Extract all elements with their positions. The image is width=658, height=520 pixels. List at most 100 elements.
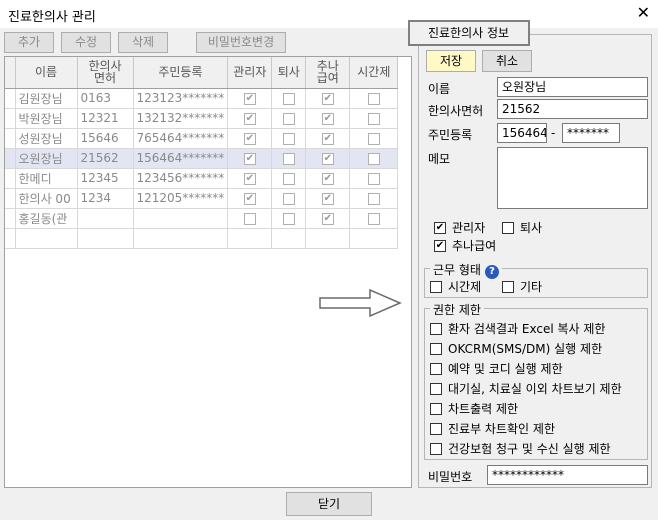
permission-checkbox[interactable]: 건강보험 청구 및 수신 실행 제한	[430, 440, 611, 457]
edit-button[interactable]: 수정	[61, 32, 111, 53]
cell-retired	[271, 168, 307, 189]
cell-name: 홍길동(관	[15, 208, 78, 229]
permission-label: 차트출력 제한	[448, 402, 519, 416]
panel-title: 진료한의사 정보	[408, 20, 530, 46]
chuna-check-icon	[434, 239, 446, 252]
cell-chuna	[305, 128, 351, 149]
parttime-header[interactable]: 시간제	[349, 57, 399, 89]
row-indicator	[5, 128, 16, 149]
save-button[interactable]: 저장	[426, 50, 476, 72]
parttime-checkbox-icon[interactable]	[367, 132, 380, 145]
name-field[interactable]: 오원장님	[497, 77, 648, 97]
chuna-checkbox[interactable]: 추나급여	[434, 237, 496, 254]
table-row[interactable]: 한메디 12345 123456*******	[5, 168, 399, 189]
table-row[interactable]: 성원장님 15646 765464*******	[5, 128, 399, 149]
retired-checkbox-icon[interactable]	[282, 112, 295, 125]
parttime-checkbox[interactable]: 시간제	[430, 278, 481, 295]
close-icon[interactable]: ✕	[637, 3, 650, 22]
cell-admin	[227, 108, 273, 129]
chuna-checkbox-icon[interactable]	[321, 112, 334, 125]
cell-admin	[227, 148, 273, 169]
retired-checkbox[interactable]: 퇴사	[502, 219, 542, 236]
row-indicator	[5, 208, 16, 229]
admin-check-icon	[434, 221, 446, 234]
add-button[interactable]: 추가	[4, 32, 54, 53]
retired-checkbox-icon[interactable]	[282, 192, 295, 205]
permission-check-icon	[430, 322, 442, 335]
parttime-checkbox-icon[interactable]	[367, 112, 380, 125]
close-button[interactable]: 닫기	[286, 492, 372, 516]
other-check-icon	[502, 280, 514, 293]
parttime-checkbox-icon[interactable]	[367, 152, 380, 165]
permission-checkbox[interactable]: OKCRM(SMS/DM) 실행 제한	[430, 340, 602, 357]
change-password-button[interactable]: 비밀번호변경	[196, 32, 286, 53]
admin-checkbox[interactable]: 관리자	[434, 219, 485, 236]
permission-check-icon	[430, 442, 442, 455]
permission-checkbox[interactable]: 예약 및 코디 실행 제한	[430, 360, 563, 377]
password-label: 비밀번호	[428, 470, 473, 484]
rrn-front-field[interactable]: 156464	[497, 123, 547, 143]
rrn-dash: -	[551, 126, 556, 140]
chuna-checkbox-icon[interactable]	[321, 192, 334, 205]
chuna-header[interactable]: 추나 급여	[305, 57, 351, 89]
parttime-checkbox-icon[interactable]	[367, 192, 380, 205]
delete-button[interactable]: 삭제	[118, 32, 168, 53]
retired-checkbox-icon[interactable]	[282, 92, 295, 105]
retired-checkbox-icon[interactable]	[282, 152, 295, 165]
rrn-back-field[interactable]: *******	[562, 123, 620, 143]
admin-checkbox-icon[interactable]	[243, 212, 256, 225]
other-checkbox[interactable]: 기타	[502, 278, 542, 295]
admin-checkbox-icon[interactable]	[243, 112, 256, 125]
table-row[interactable]: 김원장님 0163 123123*******	[5, 88, 399, 109]
password-field[interactable]: ************	[487, 465, 648, 485]
permission-checkbox[interactable]: 대기실, 치료실 이외 차트보기 제한	[430, 380, 622, 397]
cell-parttime	[349, 208, 399, 229]
parttime-label: 시간제	[448, 280, 482, 294]
cell-chuna	[305, 88, 351, 109]
rrn-header[interactable]: 주민등록	[133, 57, 229, 89]
cell-admin	[227, 208, 273, 229]
chuna-checkbox-icon[interactable]	[321, 132, 334, 145]
permission-check-icon	[430, 342, 442, 355]
admin-checkbox-icon[interactable]	[243, 172, 256, 185]
chuna-checkbox-icon[interactable]	[321, 172, 334, 185]
cell-retired	[271, 208, 307, 229]
cell-name: 박원장님	[15, 108, 78, 129]
table-row[interactable]: 한의사 00 1234 121205*******	[5, 188, 399, 209]
license-header[interactable]: 한의사 면허	[77, 57, 134, 89]
permission-label: 건강보험 청구 및 수신 실행 제한	[448, 442, 611, 456]
retired-header[interactable]: 퇴사	[271, 57, 307, 89]
table-row[interactable]: 오원장님 21562 156464*******	[5, 148, 399, 169]
parttime-checkbox-icon[interactable]	[367, 92, 380, 105]
row-indicator	[5, 148, 16, 169]
permission-checkbox[interactable]: 환자 검색결과 Excel 복사 제한	[430, 320, 605, 337]
name-header[interactable]: 이름	[15, 57, 78, 89]
permission-checkbox[interactable]: 차트출력 제한	[430, 400, 518, 417]
work-type-label: 근무 형태	[433, 263, 481, 277]
chuna-checkbox-icon[interactable]	[321, 212, 334, 225]
parttime-checkbox-icon[interactable]	[367, 212, 380, 225]
cell-admin	[227, 128, 273, 149]
admin-checkbox-icon[interactable]	[243, 92, 256, 105]
retired-checkbox-icon[interactable]	[282, 212, 295, 225]
permission-checkbox[interactable]: 진료부 차트확인 제한	[430, 420, 555, 437]
parttime-checkbox-icon[interactable]	[367, 172, 380, 185]
table-row[interactable]: 홍길동(관	[5, 208, 399, 229]
admin-header[interactable]: 관리자	[227, 57, 273, 89]
table-row[interactable]: 박원장님 12321 132132*******	[5, 108, 399, 129]
cancel-button[interactable]: 취소	[482, 50, 532, 72]
rrn-label: 주민등록	[428, 128, 473, 142]
chuna-checkbox-icon[interactable]	[321, 92, 334, 105]
retired-checkbox-icon[interactable]	[282, 172, 295, 185]
doctor-table: 이름 한의사 면허 주민등록 관리자 퇴사 추나 급여 시간제 김원장님 0163 123123…	[4, 56, 412, 488]
license-field[interactable]: 21562	[497, 99, 648, 119]
admin-checkbox-icon[interactable]	[243, 192, 256, 205]
cell-license: 1234	[77, 188, 134, 209]
license-label: 한의사면허	[428, 104, 484, 118]
admin-checkbox-icon[interactable]	[243, 152, 256, 165]
memo-field[interactable]	[497, 147, 648, 209]
admin-checkbox-icon[interactable]	[243, 132, 256, 145]
retired-checkbox-icon[interactable]	[282, 132, 295, 145]
chuna-checkbox-icon[interactable]	[321, 152, 334, 165]
help-icon[interactable]: ?	[484, 265, 499, 279]
